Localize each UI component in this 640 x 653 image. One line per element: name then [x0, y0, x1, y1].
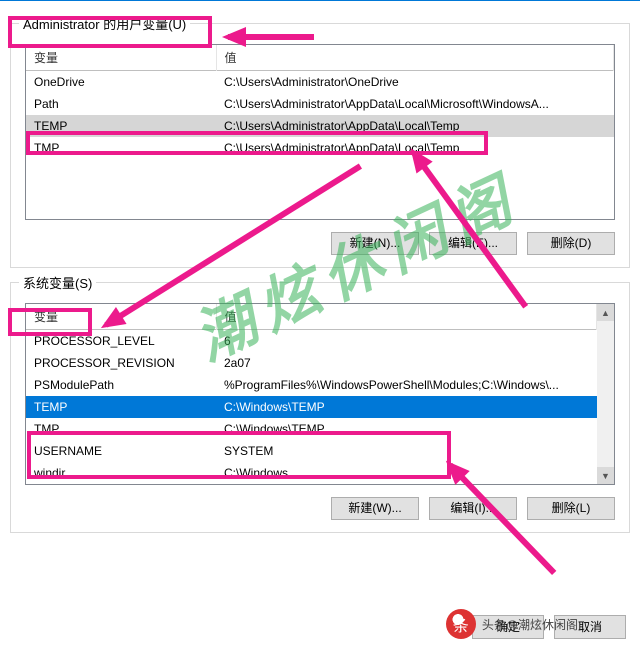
sys-new-button[interactable]: 新建(W)...: [331, 497, 419, 520]
user-col-variable[interactable]: 变量: [26, 45, 216, 71]
table-row[interactable]: PROCESSOR_LEVEL6: [26, 330, 597, 353]
var-name: PROCESSOR_REVISION: [26, 352, 216, 374]
table-row[interactable]: TEMPC:\Users\Administrator\AppData\Local…: [26, 115, 614, 137]
env-vars-dialog: Administrator 的用户变量(U) 变量 值 OneDriveC:\U…: [0, 0, 640, 653]
system-vars-scrollbar[interactable]: ▲ ▼: [597, 304, 614, 484]
var-name: windir: [26, 462, 216, 484]
system-vars-table[interactable]: 变量 值 PROCESSOR_LEVEL6PROCESSOR_REVISION2…: [25, 303, 615, 485]
var-value: C:\Windows: [216, 462, 597, 484]
user-vars-buttons: 新建(N)... 编辑(E)... 删除(D): [25, 232, 615, 255]
table-row[interactable]: PSModulePath%ProgramFiles%\WindowsPowerS…: [26, 374, 597, 396]
var-value: 2a07: [216, 352, 597, 374]
attribution: 条 头条@潮炫休闲阁: [446, 609, 578, 639]
table-row[interactable]: PathC:\Users\Administrator\AppData\Local…: [26, 93, 614, 115]
var-value: 6: [216, 330, 597, 353]
var-value: C:\Users\Administrator\OneDrive: [216, 71, 614, 94]
var-name: PSModulePath: [26, 374, 216, 396]
system-vars-groupbox: 系统变量(S) 变量 值 PROCESSOR_LEVEL6PROCESSOR_R…: [10, 282, 630, 533]
table-row[interactable]: PROCESSOR_REVISION2a07: [26, 352, 597, 374]
table-row[interactable]: windirC:\Windows: [26, 462, 597, 484]
system-vars-buttons: 新建(W)... 编辑(I)... 删除(L): [25, 497, 615, 520]
user-vars-caption: Administrator 的用户变量(U): [19, 14, 190, 33]
sys-delete-button[interactable]: 删除(L): [527, 497, 615, 520]
sys-col-variable[interactable]: 变量: [26, 304, 216, 330]
var-value: C:\Users\Administrator\AppData\Local\Tem…: [216, 115, 614, 137]
var-value: C:\Users\Administrator\AppData\Local\Tem…: [216, 137, 614, 159]
user-delete-button[interactable]: 删除(D): [527, 232, 615, 255]
var-name: PROCESSOR_LEVEL: [26, 330, 216, 353]
attribution-text: 头条@潮炫休闲阁: [482, 616, 578, 633]
sys-col-value[interactable]: 值: [216, 304, 597, 330]
scroll-up-icon[interactable]: ▲: [597, 304, 614, 321]
table-row[interactable]: TMPC:\Windows\TEMP: [26, 418, 597, 440]
table-row[interactable]: USERNAMESYSTEM: [26, 440, 597, 462]
var-name: TEMP: [26, 115, 216, 137]
var-name: TMP: [26, 137, 216, 159]
var-name: USERNAME: [26, 440, 216, 462]
var-value: C:\Windows\TEMP: [216, 396, 597, 418]
user-vars-table[interactable]: 变量 值 OneDriveC:\Users\Administrator\OneD…: [25, 44, 615, 220]
table-row[interactable]: TMPC:\Users\Administrator\AppData\Local\…: [26, 137, 614, 159]
var-name: TEMP: [26, 396, 216, 418]
toutiao-logo-icon: 条: [446, 609, 476, 639]
scroll-down-icon[interactable]: ▼: [597, 467, 614, 484]
var-name: OneDrive: [26, 71, 216, 94]
system-vars-caption: 系统变量(S): [19, 273, 96, 292]
var-value: SYSTEM: [216, 440, 597, 462]
user-col-value[interactable]: 值: [216, 45, 614, 71]
sys-edit-button[interactable]: 编辑(I)...: [429, 497, 517, 520]
var-name: Path: [26, 93, 216, 115]
var-name: TMP: [26, 418, 216, 440]
table-row[interactable]: TEMPC:\Windows\TEMP: [26, 396, 597, 418]
var-value: C:\Windows\TEMP: [216, 418, 597, 440]
var-value: %ProgramFiles%\WindowsPowerShell\Modules…: [216, 374, 597, 396]
user-vars-groupbox: Administrator 的用户变量(U) 变量 值 OneDriveC:\U…: [10, 23, 630, 268]
var-value: C:\Users\Administrator\AppData\Local\Mic…: [216, 93, 614, 115]
user-edit-button[interactable]: 编辑(E)...: [429, 232, 517, 255]
table-row[interactable]: OneDriveC:\Users\Administrator\OneDrive: [26, 71, 614, 94]
user-new-button[interactable]: 新建(N)...: [331, 232, 419, 255]
